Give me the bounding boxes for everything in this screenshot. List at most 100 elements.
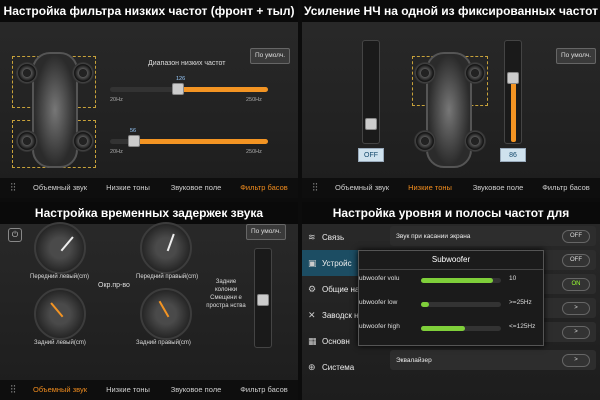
tab-bar: ⫶⫶ Объемный звук Низкие тоны Звуковое по… (0, 178, 298, 198)
dial-needle (166, 233, 175, 252)
popup-row-label: ubwoofer volu (359, 275, 400, 282)
dial-needle (158, 300, 170, 318)
tab-surround[interactable]: Объемный звук (26, 380, 94, 400)
speaker-icon (16, 62, 38, 84)
equalizer-icon[interactable]: ⫶⫶ (302, 178, 328, 198)
front-right-dial[interactable] (140, 222, 192, 274)
popup-row-value: >=25Hz (509, 299, 532, 306)
left-value: OFF (358, 148, 384, 162)
tab-bass[interactable]: Низкие тоны (396, 178, 464, 198)
slider-max: 250Hz (246, 149, 262, 155)
dial-needle (50, 302, 64, 318)
subwoofer-dialog: Subwoofer ubwoofer volu 10 ubwoofer low … (358, 250, 544, 346)
screenshot-grid: Настройка фильтра низких частот (фронт +… (0, 0, 600, 400)
center-label: Окр.пр-во (98, 282, 130, 289)
chevron-right-icon[interactable]: > (562, 301, 590, 315)
toggle-switch[interactable]: OFF (562, 229, 590, 243)
range-label: Диапазон низких частот (148, 60, 226, 67)
menu-label: Система (322, 362, 355, 372)
panel-title: Усиление НЧ на одной из фиксированных ча… (302, 0, 600, 22)
row-label: Звук при касании экрана (396, 232, 471, 240)
settings-row[interactable]: Эквалайзер > (390, 350, 596, 370)
menu-label: Основн (322, 336, 350, 346)
dial-label: Передний левый(cm) (30, 274, 90, 280)
tab-bass-filter[interactable]: Фильтр басов (230, 380, 298, 400)
menu-label: Устройс (322, 258, 352, 268)
rear-shift-knob[interactable] (257, 294, 269, 306)
panel-title: Настройка временных задержек звука (0, 202, 298, 224)
dial-label: Задний правый(cm) (136, 340, 191, 346)
speaker-icon (464, 62, 486, 84)
toggle-switch[interactable]: ON (562, 277, 590, 291)
equalizer-icon[interactable]: ⫶⫶ (0, 380, 26, 400)
tab-bass-filter[interactable]: Фильтр басов (230, 178, 298, 198)
front-slider-fill (178, 87, 268, 92)
tab-sound-field[interactable]: Звуковое поле (464, 178, 532, 198)
bass-boost-panel: Усиление НЧ на одной из фиксированных ча… (302, 0, 600, 198)
chevron-right-icon[interactable]: > (562, 325, 590, 339)
dial-label: Задний левый(cm) (34, 340, 86, 346)
power-icon[interactable]: ⏻ (8, 228, 22, 242)
dial-needle (60, 236, 74, 252)
chevron-right-icon[interactable]: > (562, 353, 590, 367)
tools-icon: ✕ (308, 309, 316, 320)
left-slider-knob[interactable] (365, 118, 377, 130)
menu-item-system[interactable]: ⊕ Система (302, 354, 384, 380)
globe-icon: ⊕ (308, 361, 316, 372)
panel-title: Настройка фильтра низких частот (фронт +… (0, 0, 298, 22)
grid-icon: ▦ (308, 335, 317, 346)
popup-row-label: ubwoofer low (359, 299, 398, 306)
rear-slider-knob[interactable] (128, 135, 140, 147)
tab-bar: ⫶⫶ Объемный звук Низкие тоны Звуковое по… (0, 380, 298, 400)
toggle-switch[interactable]: OFF (562, 253, 590, 267)
right-value: 86 (500, 148, 526, 162)
tab-bass-filter[interactable]: Фильтр басов (532, 178, 600, 198)
menu-label: Связь (322, 232, 345, 242)
speaker-icon (72, 62, 94, 84)
front-value: 126 (176, 76, 186, 82)
low-fill (421, 302, 429, 307)
tab-bass[interactable]: Низкие тоны (94, 380, 162, 400)
car-icon (32, 52, 78, 168)
default-button[interactable]: По умолч. (556, 48, 596, 64)
tab-sound-field[interactable]: Звуковое поле (162, 178, 230, 198)
popup-row-value: 10 (509, 275, 517, 282)
right-slider-fill (511, 78, 516, 142)
rear-value: 56 (130, 128, 137, 134)
default-button[interactable]: По умолч. (250, 48, 290, 64)
dialog-title: Subwoofer (359, 251, 543, 270)
gear-icon: ⚙ (308, 283, 317, 294)
volume-fill (421, 278, 493, 283)
device-icon: ▣ (308, 257, 317, 268)
rear-shift-label: Задние колонки Смещени е простра нства (206, 279, 246, 309)
rear-slider-fill (134, 139, 268, 144)
tab-surround[interactable]: Объемный звук (26, 178, 94, 198)
popup-row-value: <=125Hz (509, 323, 536, 330)
time-delay-panel: Настройка временных задержек звука ⏻ По … (0, 202, 298, 400)
high-fill (421, 326, 465, 331)
wifi-icon: ≋ (308, 231, 316, 242)
tab-bass[interactable]: Низкие тоны (94, 178, 162, 198)
slider-max: 250Hz (246, 97, 262, 103)
tab-bar: ⫶⫶ Объемный звук Низкие тоны Звуковое по… (302, 178, 600, 198)
default-button[interactable]: По умолч. (246, 224, 286, 240)
panel-title: Настройка уровня и полосы частот для саб… (302, 202, 600, 242)
tab-surround[interactable]: Объемный звук (328, 178, 396, 198)
low-slider[interactable] (421, 302, 501, 307)
front-left-dial[interactable] (34, 222, 86, 274)
right-slider-knob[interactable] (507, 72, 519, 84)
rear-right-dial[interactable] (140, 288, 192, 340)
speaker-icon (414, 62, 436, 84)
speaker-icon (464, 130, 486, 152)
front-slider-knob[interactable] (172, 83, 184, 95)
tab-sound-field[interactable]: Звуковое поле (162, 380, 230, 400)
row-label: Эквалайзер (396, 356, 432, 364)
equalizer-icon[interactable]: ⫶⫶ (0, 178, 26, 198)
slider-min: 20Hz (110, 149, 123, 155)
rear-left-dial[interactable] (34, 288, 86, 340)
speaker-icon (72, 130, 94, 152)
menu-item-connection[interactable]: ≋ Связь (302, 224, 384, 250)
settings-row[interactable]: Звук при касании экрана OFF (390, 226, 596, 246)
dial-label: Передний правый(cm) (136, 274, 199, 280)
popup-row-label: ubwoofer high (359, 323, 400, 330)
